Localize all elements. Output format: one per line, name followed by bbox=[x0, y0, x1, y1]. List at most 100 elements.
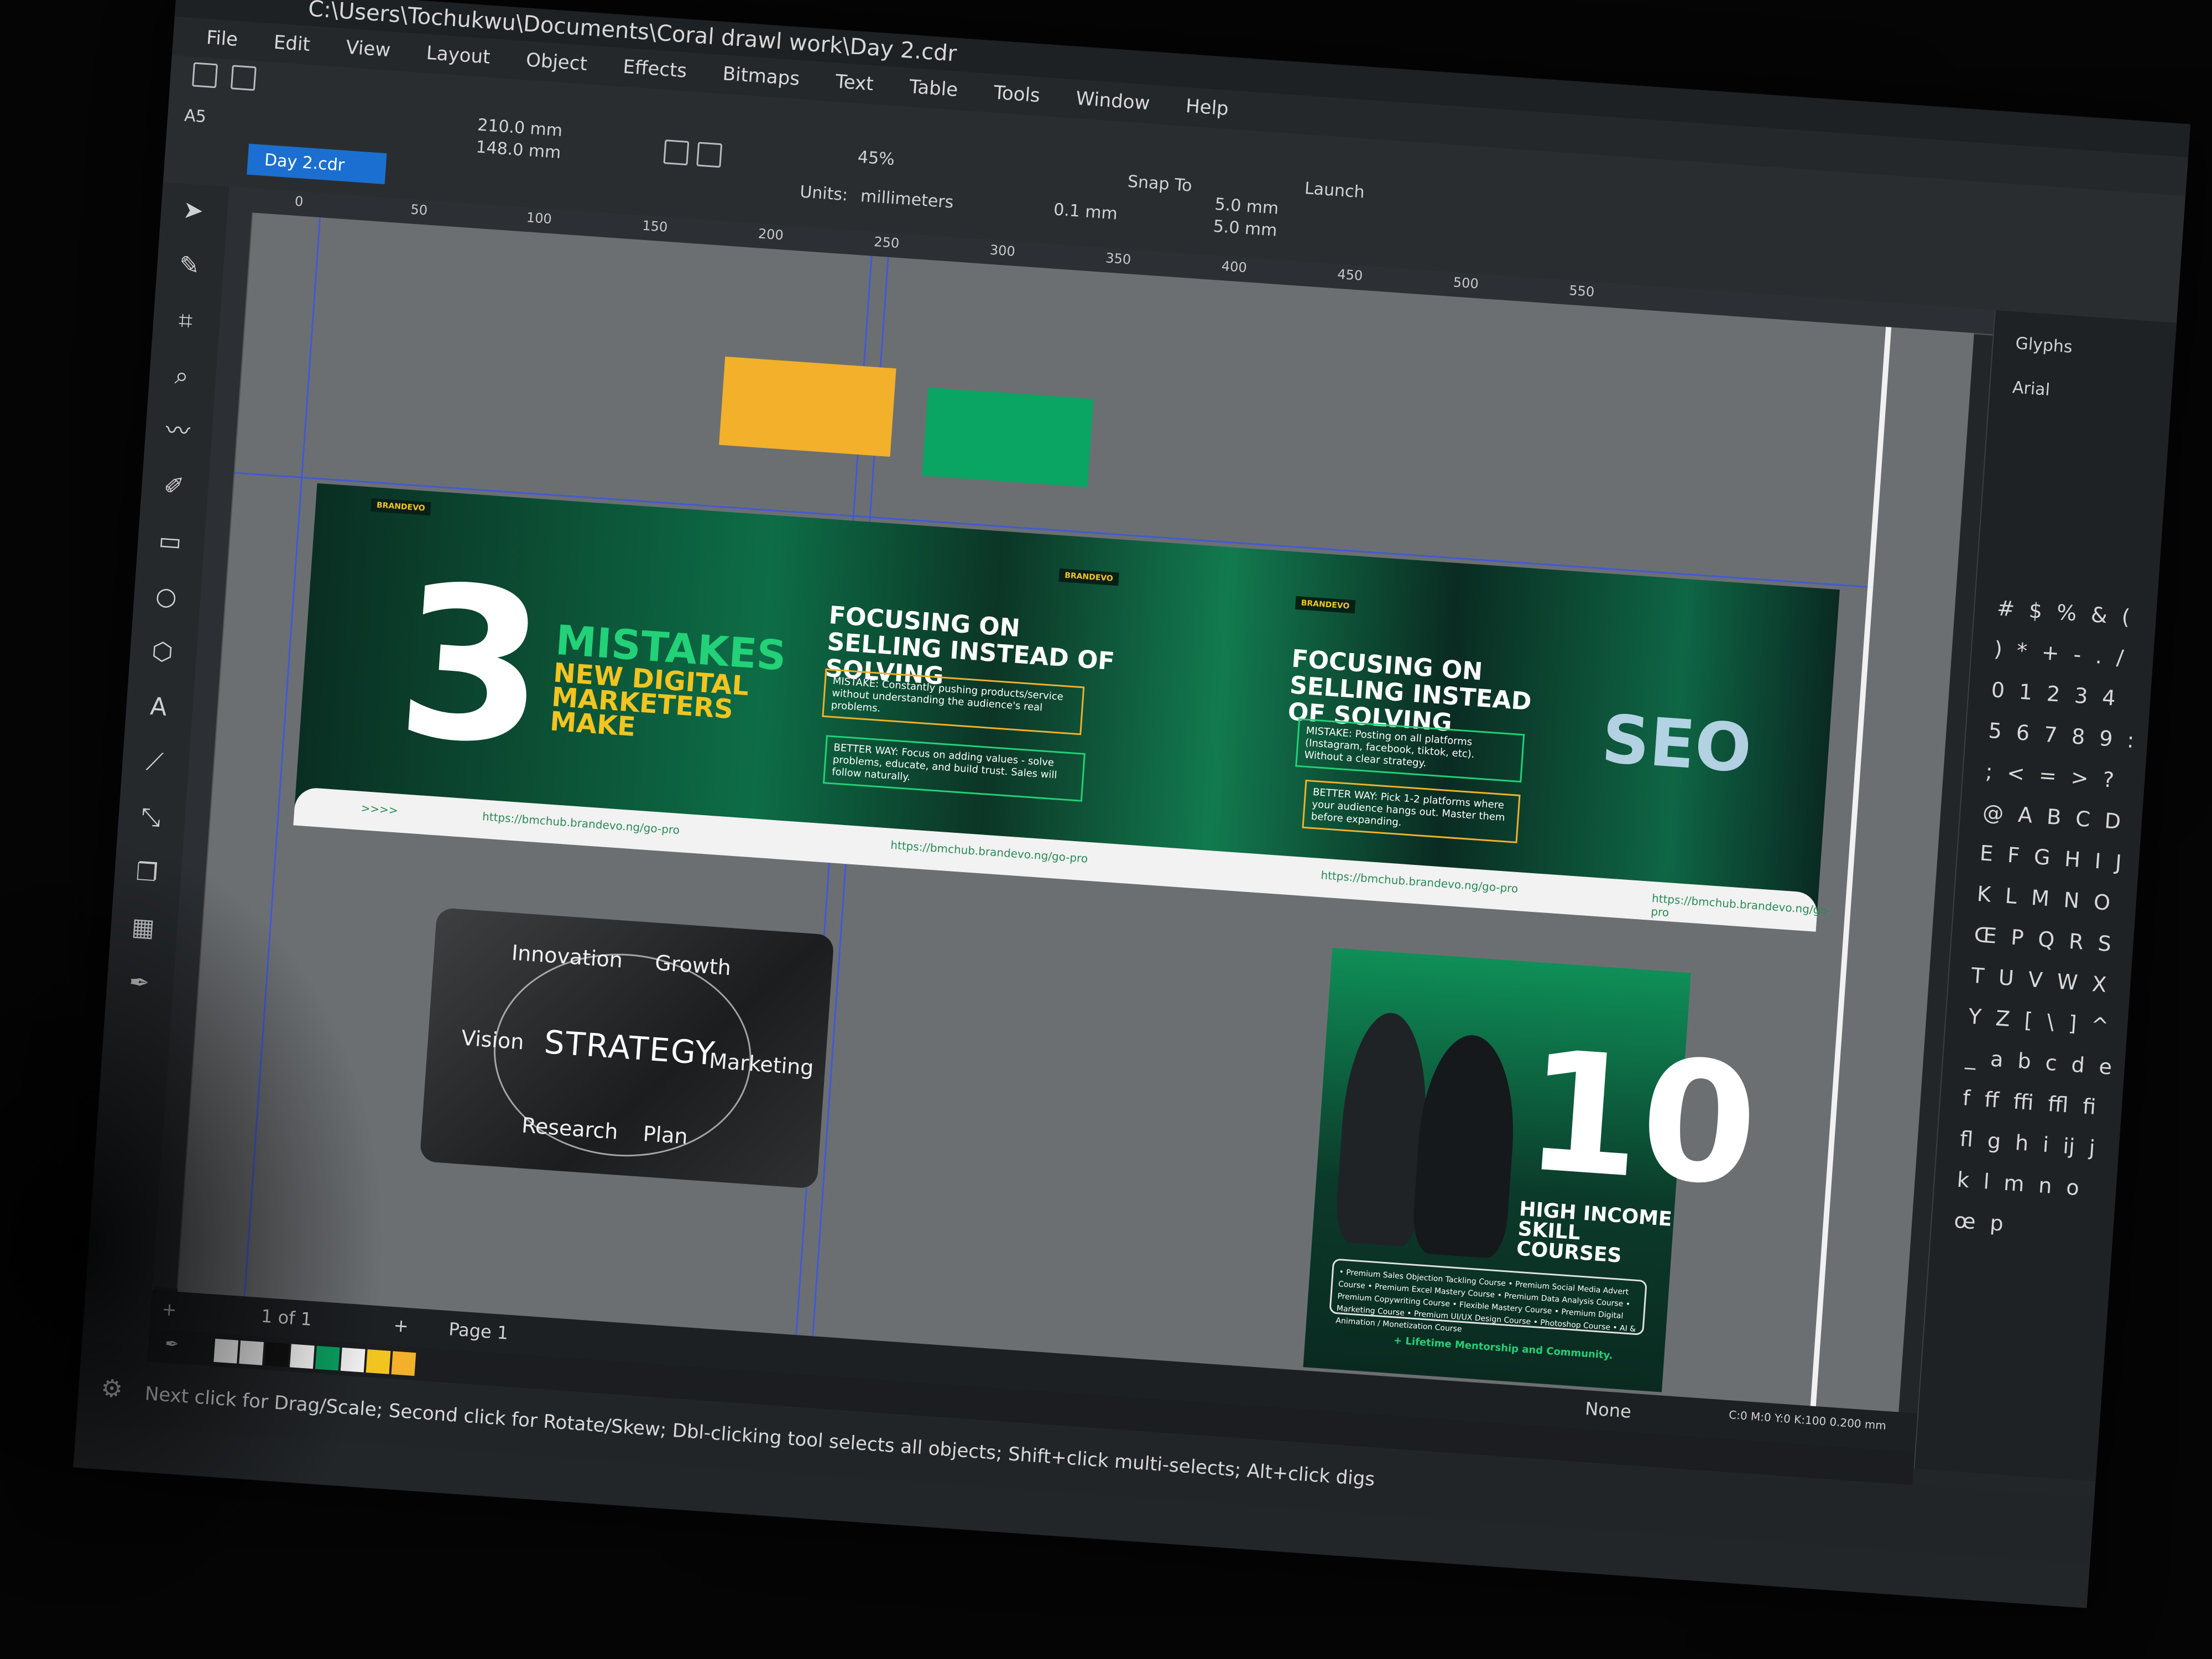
banner-design[interactable]: BRANDEVO 3 MISTAKES NEW DIGITAL MARKETER… bbox=[293, 483, 1840, 932]
mistakes-subheading: NEW DIGITAL MARKETERS MAKE bbox=[549, 657, 750, 743]
ruler-tick: 150 bbox=[641, 217, 669, 235]
vision-label: Vision bbox=[460, 1025, 525, 1055]
brand-logo: BRANDEVO bbox=[1058, 568, 1119, 586]
url-text: https://bmchub.brandevo.ng/go-pro bbox=[890, 838, 1088, 865]
menu-effects[interactable]: Effects bbox=[622, 56, 687, 82]
dimension-tool-icon[interactable]: ⟋ bbox=[138, 746, 171, 779]
menu-table[interactable]: Table bbox=[909, 76, 958, 101]
artistic-media-icon[interactable]: ✐ bbox=[158, 470, 191, 503]
zoom-tool-icon[interactable]: ⌕ bbox=[165, 359, 199, 393]
high-income-heading: HIGH INCOME SKILL COURSES bbox=[1515, 1197, 1673, 1267]
connector-tool-icon[interactable]: ⤡ bbox=[134, 801, 168, 834]
banner-url-strip: >>>> https://bmchub.brandevo.ng/go-pro h… bbox=[293, 786, 1832, 932]
snap-to-menu[interactable]: Snap To bbox=[1127, 172, 1193, 196]
page-width-input[interactable]: 210.0 mm bbox=[477, 116, 563, 141]
page-size-select[interactable]: A5 bbox=[184, 106, 207, 127]
menu-tools[interactable]: Tools bbox=[993, 82, 1041, 107]
menu-text[interactable]: Text bbox=[834, 71, 874, 96]
pick-tool-icon[interactable]: ➤ bbox=[177, 194, 210, 227]
lifetime-text: + Lifetime Mentorship and Community. bbox=[1393, 1334, 1614, 1362]
menu-file[interactable]: File bbox=[206, 27, 239, 51]
ruler-tick: 300 bbox=[989, 242, 1016, 259]
ruler-tick: 100 bbox=[526, 210, 552, 227]
screen: C:\Users\Tochukwu\Documents\Coral drawl … bbox=[73, 0, 2191, 1609]
palette-swatch[interactable] bbox=[315, 1345, 340, 1371]
landscape-icon[interactable] bbox=[696, 142, 723, 168]
courses-promo-design[interactable]: 10 HIGH INCOME SKILL COURSES • Premium S… bbox=[1303, 947, 1763, 1392]
menu-edit[interactable]: Edit bbox=[273, 32, 311, 56]
new-document-icon[interactable] bbox=[192, 62, 218, 88]
shape-tool-icon[interactable]: ✎ bbox=[173, 249, 206, 283]
seo-text: SEO bbox=[1599, 701, 1754, 788]
brand-logo: BRANDEVO bbox=[1295, 596, 1356, 614]
duplicate-y-input[interactable]: 5.0 mm bbox=[1213, 217, 1278, 241]
font-select[interactable]: Arial bbox=[2012, 378, 2051, 400]
launch-menu[interactable]: Launch bbox=[1304, 179, 1365, 202]
add-page-button[interactable]: + bbox=[161, 1298, 177, 1321]
menu-bitmaps[interactable]: Bitmaps bbox=[722, 62, 801, 90]
open-folder-icon[interactable] bbox=[230, 65, 257, 91]
ellipse-tool-icon[interactable]: ○ bbox=[150, 580, 183, 613]
url-text: https://bmchub.brandevo.ng/go-pro bbox=[1320, 868, 1519, 896]
eyedropper-icon[interactable]: ✒ bbox=[123, 967, 156, 1000]
menu-view[interactable]: View bbox=[345, 36, 391, 62]
drawing-canvas[interactable]: BRANDEVO 3 MISTAKES NEW DIGITAL MARKETER… bbox=[177, 212, 1974, 1415]
ruler-tick: 250 bbox=[873, 234, 900, 252]
page-count: 1 of 1 bbox=[260, 1305, 313, 1330]
better-way-box: BETTER WAY: Pick 1-2 platforms where you… bbox=[1302, 779, 1521, 843]
ruler-tick: 400 bbox=[1220, 258, 1248, 276]
glyph-grid[interactable]: # $ % & ( ) * + - . / 0 1 2 3 4 5 6 7 8 … bbox=[1953, 587, 2147, 1251]
page-tab[interactable]: Page 1 bbox=[448, 1318, 509, 1343]
url-text: https://bmchub.brandevo.ng/go-pro bbox=[1650, 891, 1832, 920]
transparency-icon[interactable]: ▦ bbox=[127, 911, 160, 945]
menu-layout[interactable]: Layout bbox=[426, 42, 491, 69]
add-page-after-button[interactable]: + bbox=[393, 1314, 409, 1337]
plan-label: Plan bbox=[642, 1121, 689, 1149]
brand-logo: BRANDEVO bbox=[371, 498, 431, 516]
green-swatch-rect[interactable] bbox=[922, 387, 1094, 488]
palette-swatch[interactable] bbox=[366, 1349, 391, 1374]
page-height-input[interactable]: 148.0 mm bbox=[475, 137, 561, 163]
outline-indicator[interactable]: C:0 M:0 Y:0 K:100 0.200 mm bbox=[1728, 1408, 1886, 1432]
arrows-text: >>>> bbox=[360, 801, 399, 817]
ruler-tick: 450 bbox=[1337, 266, 1364, 284]
palette-swatch[interactable] bbox=[239, 1340, 264, 1365]
rectangle-tool-icon[interactable]: ▭ bbox=[154, 525, 187, 559]
text-tool-icon[interactable]: A bbox=[142, 691, 175, 724]
gear-icon[interactable]: ⚙ bbox=[100, 1374, 124, 1404]
man-photo bbox=[1411, 1032, 1520, 1260]
ruler-tick: 200 bbox=[758, 226, 784, 243]
nudge-distance-input[interactable]: 0.1 mm bbox=[1053, 200, 1118, 224]
ruler-tick: 350 bbox=[1105, 250, 1132, 268]
ruler-tick: 0 bbox=[294, 193, 304, 210]
eyedropper-icon[interactable]: ✒ bbox=[164, 1334, 180, 1355]
palette-swatch[interactable] bbox=[213, 1338, 239, 1364]
units-label: Units: bbox=[799, 182, 849, 205]
palette-swatch[interactable] bbox=[289, 1344, 315, 1369]
fill-indicator[interactable]: None bbox=[1584, 1398, 1632, 1422]
menu-object[interactable]: Object bbox=[525, 49, 588, 75]
units-select[interactable]: millimeters bbox=[860, 186, 954, 212]
orange-swatch-rect[interactable] bbox=[719, 356, 896, 457]
ten-number: 10 bbox=[1519, 1014, 1764, 1223]
polygon-tool-icon[interactable]: ⬡ bbox=[146, 635, 179, 669]
drop-shadow-icon[interactable]: ❐ bbox=[131, 856, 164, 889]
strategy-image[interactable]: Innovation Growth Vision STRATEGY Market… bbox=[419, 907, 834, 1190]
courses-list: • Premium Sales Objection Tackling Cours… bbox=[1329, 1258, 1647, 1335]
portrait-icon[interactable] bbox=[663, 139, 690, 166]
palette-swatch[interactable] bbox=[264, 1342, 289, 1368]
crop-tool-icon[interactable]: ⌗ bbox=[169, 305, 202, 338]
menu-help[interactable]: Help bbox=[1185, 95, 1229, 120]
palette-swatch[interactable] bbox=[340, 1347, 366, 1373]
zoom-level[interactable]: 45% bbox=[857, 148, 895, 170]
url-text: https://bmchub.brandevo.ng/go-pro bbox=[482, 810, 680, 837]
ruler-tick: 500 bbox=[1452, 274, 1479, 292]
better-way-box: BETTER WAY: Focus on adding values - sol… bbox=[822, 735, 1086, 802]
ruler-tick: 50 bbox=[410, 201, 428, 218]
palette-swatch[interactable] bbox=[391, 1351, 416, 1376]
innovation-label: Innovation bbox=[510, 940, 624, 973]
duplicate-x-input[interactable]: 5.0 mm bbox=[1214, 195, 1279, 218]
menu-window[interactable]: Window bbox=[1075, 87, 1151, 114]
ruler-tick: 550 bbox=[1568, 282, 1595, 300]
freehand-tool-icon[interactable]: 〰 bbox=[161, 415, 195, 448]
